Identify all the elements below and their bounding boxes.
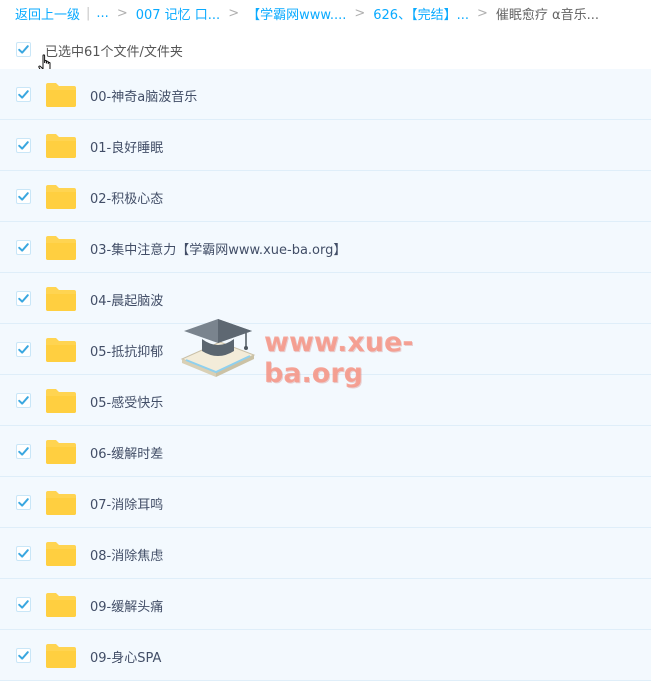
folder-icon bbox=[46, 389, 76, 413]
file-name[interactable]: 09-缓解头痛 bbox=[90, 596, 163, 615]
file-name[interactable]: 03-集中注意力【学霸网www.xue-ba.org】 bbox=[90, 239, 346, 258]
row-checkbox[interactable] bbox=[16, 597, 31, 612]
row-checkbox[interactable] bbox=[16, 291, 31, 306]
list-item[interactable]: 03-集中注意力【学霸网www.xue-ba.org】 bbox=[0, 222, 651, 273]
file-name[interactable]: 05-感受快乐 bbox=[90, 392, 163, 411]
list-item[interactable]: 02-积极心态 bbox=[0, 171, 651, 222]
row-checkbox[interactable] bbox=[16, 87, 31, 102]
folder-icon bbox=[46, 491, 76, 515]
list-item[interactable]: 05-抵抗抑郁 bbox=[0, 324, 651, 375]
folder-icon bbox=[46, 185, 76, 209]
file-name[interactable]: 09-身心SPA bbox=[90, 647, 161, 666]
breadcrumb-item-1[interactable]: 007 记忆 口... bbox=[136, 4, 220, 23]
list-item[interactable]: 04-晨起脑波 bbox=[0, 273, 651, 324]
selection-count: 已选中61个文件/文件夹 bbox=[45, 45, 183, 60]
row-checkbox[interactable] bbox=[16, 189, 31, 204]
list-item[interactable]: 09-缓解头痛 bbox=[0, 579, 651, 630]
check-icon bbox=[18, 45, 29, 54]
check-icon bbox=[18, 90, 29, 99]
row-checkbox[interactable] bbox=[16, 444, 31, 459]
check-icon bbox=[18, 243, 29, 252]
check-icon bbox=[18, 294, 29, 303]
check-icon bbox=[18, 549, 29, 558]
breadcrumb-current: 催眠愈疗 α音乐... bbox=[495, 7, 599, 23]
breadcrumb: 返回上一级 | ... > 007 记忆 口... > 【学霸网www.... … bbox=[0, 0, 651, 26]
check-icon bbox=[18, 498, 29, 507]
row-checkbox[interactable] bbox=[16, 240, 31, 255]
file-name[interactable]: 08-消除焦虑 bbox=[90, 545, 163, 564]
file-name[interactable]: 07-消除耳鸣 bbox=[90, 494, 163, 513]
breadcrumb-chevron: > bbox=[228, 5, 240, 21]
row-checkbox[interactable] bbox=[16, 495, 31, 510]
folder-icon bbox=[46, 440, 76, 464]
check-icon bbox=[18, 396, 29, 405]
list-item[interactable]: 00-神奇a脑波音乐 bbox=[0, 69, 651, 120]
list-item[interactable]: 06-缓解时差 bbox=[0, 426, 651, 477]
list-item[interactable]: 01-良好睡眠 bbox=[0, 120, 651, 171]
list-item[interactable]: 08-消除焦虑 bbox=[0, 528, 651, 579]
breadcrumb-chevron: > bbox=[476, 5, 488, 21]
check-icon bbox=[18, 600, 29, 609]
row-checkbox[interactable] bbox=[16, 648, 31, 663]
row-checkbox[interactable] bbox=[16, 393, 31, 408]
list-item[interactable]: 07-消除耳鸣 bbox=[0, 477, 651, 528]
list-item[interactable]: 05-感受快乐 bbox=[0, 375, 651, 426]
folder-icon bbox=[46, 542, 76, 566]
row-checkbox[interactable] bbox=[16, 138, 31, 153]
folder-icon bbox=[46, 83, 76, 107]
breadcrumb-item-2[interactable]: 【学霸网www.... bbox=[247, 4, 346, 23]
breadcrumb-chevron: > bbox=[116, 5, 128, 21]
breadcrumb-item-3[interactable]: 626、【完结】... bbox=[373, 4, 469, 23]
folder-icon bbox=[46, 593, 76, 617]
breadcrumb-chevron: > bbox=[354, 5, 366, 21]
breadcrumb-back-link[interactable]: 返回上一级 bbox=[15, 4, 80, 23]
file-name[interactable]: 02-积极心态 bbox=[90, 188, 163, 207]
list-item[interactable]: 09-身心SPA bbox=[0, 630, 651, 681]
check-icon bbox=[18, 192, 29, 201]
file-name[interactable]: 04-晨起脑波 bbox=[90, 290, 163, 309]
folder-icon bbox=[46, 236, 76, 260]
file-name[interactable]: 00-神奇a脑波音乐 bbox=[90, 86, 197, 105]
folder-icon bbox=[46, 644, 76, 668]
check-icon bbox=[18, 141, 29, 150]
check-icon bbox=[18, 345, 29, 354]
check-icon bbox=[18, 447, 29, 456]
file-name[interactable]: 06-缓解时差 bbox=[90, 443, 163, 462]
breadcrumb-ellipsis-link[interactable]: ... bbox=[96, 6, 108, 21]
row-checkbox[interactable] bbox=[16, 546, 31, 561]
select-all-checkbox[interactable] bbox=[16, 42, 31, 57]
folder-icon bbox=[46, 134, 76, 158]
file-list: 00-神奇a脑波音乐 01-良好睡眠 02-积极心态 03-集中注意力【学霸网w… bbox=[0, 69, 651, 681]
check-icon bbox=[18, 651, 29, 660]
row-checkbox[interactable] bbox=[16, 342, 31, 357]
breadcrumb-divider: | bbox=[86, 5, 91, 21]
file-name[interactable]: 05-抵抗抑郁 bbox=[90, 341, 163, 360]
folder-icon bbox=[46, 338, 76, 362]
selection-header: 已选中61个文件/文件夹 bbox=[0, 35, 651, 65]
folder-icon bbox=[46, 287, 76, 311]
file-name[interactable]: 01-良好睡眠 bbox=[90, 137, 163, 156]
